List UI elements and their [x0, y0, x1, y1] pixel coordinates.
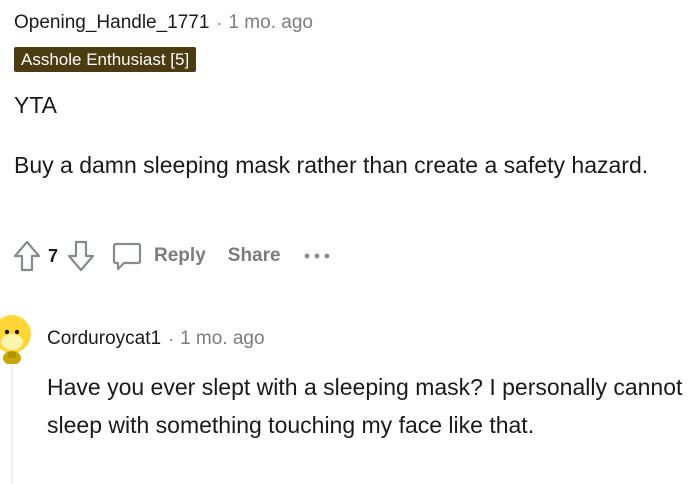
comment-actions: 7 Reply Share	[12, 236, 331, 276]
downvote-button[interactable]	[66, 239, 96, 273]
reply-button[interactable]: Reply	[110, 239, 206, 273]
comment-verdict: YTA	[14, 92, 58, 118]
reply-timestamp[interactable]: 1 mo. ago	[180, 326, 265, 352]
reply-label: Reply	[154, 245, 206, 266]
comment-bubble-icon	[112, 242, 142, 271]
meta-separator: ·	[168, 329, 175, 349]
downvote-arrow-icon	[67, 240, 95, 272]
vote-count: 7	[48, 245, 59, 266]
comment: Opening_Handle_1771 · 1 mo. ago Asshole …	[0, 0, 700, 290]
more-options-button[interactable]	[303, 251, 331, 261]
comment-timestamp[interactable]: 1 mo. ago	[228, 10, 313, 36]
more-options-icon	[304, 253, 329, 259]
snoo-avatar-icon	[0, 315, 31, 364]
meta-separator: ·	[216, 13, 223, 33]
comment-username[interactable]: Opening_Handle_1771	[14, 10, 209, 36]
upvote-arrow-icon	[13, 240, 41, 272]
thread-line[interactable]	[11, 360, 13, 484]
reply-body: Have you ever slept with a sleeping mask…	[47, 374, 683, 438]
user-flair: Asshole Enthusiast [5]	[14, 47, 197, 72]
comment-meta: Opening_Handle_1771 · 1 mo. ago	[14, 10, 313, 36]
comment-body: Buy a damn sleeping mask rather than cre…	[14, 152, 649, 178]
reply-meta: Corduroycat1 · 1 mo. ago	[47, 326, 265, 352]
reply-username[interactable]: Corduroycat1	[47, 326, 161, 352]
share-button[interactable]: Share	[228, 245, 281, 267]
avatar[interactable]	[0, 312, 34, 364]
upvote-button[interactable]	[12, 239, 42, 273]
